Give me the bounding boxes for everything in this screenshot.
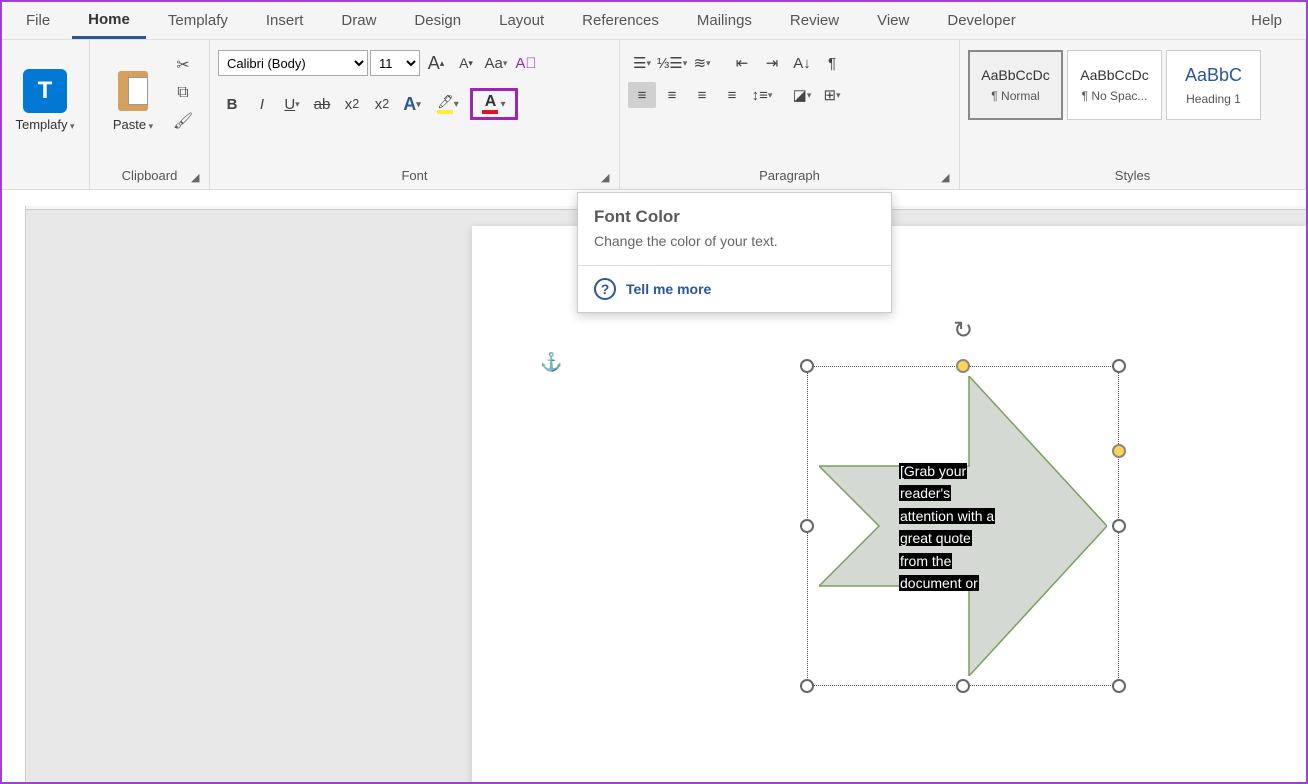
underline-button[interactable]: U bbox=[278, 91, 306, 117]
handle-tm[interactable] bbox=[956, 359, 970, 373]
tab-draw[interactable]: Draw bbox=[325, 4, 392, 37]
tab-layout[interactable]: Layout bbox=[483, 4, 560, 37]
increase-indent-button[interactable]: ⇥ bbox=[758, 50, 786, 76]
tab-developer[interactable]: Developer bbox=[931, 4, 1031, 37]
handle-adjust[interactable] bbox=[1112, 444, 1126, 458]
tab-file[interactable]: File bbox=[10, 4, 66, 37]
justify-button[interactable]: ≡ bbox=[718, 82, 746, 108]
font-color-button[interactable]: A ▾ bbox=[470, 88, 518, 120]
rotate-handle-icon[interactable]: ↻ bbox=[953, 316, 973, 345]
tab-mailings[interactable]: Mailings bbox=[681, 4, 768, 37]
tab-help[interactable]: Help bbox=[1235, 4, 1298, 37]
align-center-button[interactable]: ≡ bbox=[658, 82, 686, 108]
style-heading1[interactable]: AaBbCHeading 1 bbox=[1166, 50, 1261, 120]
tooltip-description: Change the color of your text. bbox=[578, 233, 891, 265]
show-marks-button[interactable]: ¶ bbox=[818, 50, 846, 76]
font-color-swatch bbox=[482, 110, 498, 114]
clipboard-dialog-launcher[interactable]: ◢ bbox=[191, 171, 205, 185]
font-size-select[interactable]: 11 bbox=[370, 50, 420, 76]
handle-ml[interactable] bbox=[800, 519, 814, 533]
styles-group-label: Styles bbox=[968, 168, 1297, 187]
font-group-label: Font bbox=[218, 168, 611, 187]
cut-icon[interactable]: ✂ bbox=[172, 54, 194, 76]
shape-selection[interactable]: ↻ [Grab your reader's attention with a g… bbox=[807, 366, 1119, 686]
highlight-button[interactable]: 🖊▾ bbox=[428, 91, 468, 117]
italic-button[interactable]: I bbox=[248, 91, 276, 117]
paragraph-group-label: Paragraph bbox=[628, 168, 951, 187]
ribbon: T Templafy Paste ✂ ⧉ 🖌 Clipboard ◢ Calib… bbox=[2, 40, 1306, 190]
paste-label: Paste bbox=[113, 117, 153, 132]
handle-mr[interactable] bbox=[1112, 519, 1126, 533]
style-no-spacing[interactable]: AaBbCcDc¶ No Spac... bbox=[1067, 50, 1162, 120]
clipboard-icon bbox=[114, 69, 152, 113]
numbering-button[interactable]: ⅓☰ bbox=[658, 50, 686, 76]
bullets-button[interactable]: ☰ bbox=[628, 50, 656, 76]
tab-templafy[interactable]: Templafy bbox=[152, 4, 244, 37]
text-effects-button[interactable]: A bbox=[398, 91, 426, 117]
decrease-font-icon[interactable]: A▾ bbox=[452, 50, 480, 76]
bold-button[interactable]: B bbox=[218, 91, 246, 117]
clipboard-group-label: Clipboard bbox=[98, 168, 201, 187]
align-left-button[interactable]: ≡ bbox=[628, 82, 656, 108]
handle-tl[interactable] bbox=[800, 359, 814, 373]
paste-button[interactable]: Paste bbox=[98, 50, 168, 150]
align-right-button[interactable]: ≡ bbox=[688, 82, 716, 108]
copy-icon[interactable]: ⧉ bbox=[172, 82, 194, 104]
tab-view[interactable]: View bbox=[861, 4, 925, 37]
font-color-dropdown-icon[interactable]: ▾ bbox=[500, 99, 505, 110]
group-font: Calibri (Body) 11 A▴ A▾ Aa A⃠ B I U ab x… bbox=[210, 40, 620, 189]
font-family-select[interactable]: Calibri (Body) bbox=[218, 50, 368, 76]
decrease-indent-button[interactable]: ⇤ bbox=[728, 50, 756, 76]
handle-bl[interactable] bbox=[800, 679, 814, 693]
templafy-icon: T bbox=[23, 69, 67, 113]
sort-button[interactable]: A↓ bbox=[788, 50, 816, 76]
line-spacing-button[interactable]: ↕≡ bbox=[748, 82, 776, 108]
tab-home[interactable]: Home bbox=[72, 3, 146, 39]
group-clipboard: Paste ✂ ⧉ 🖌 Clipboard ◢ bbox=[90, 40, 210, 189]
help-icon: ? bbox=[594, 278, 616, 300]
tell-me-more-link[interactable]: ? Tell me more bbox=[578, 266, 891, 312]
paragraph-dialog-launcher[interactable]: ◢ bbox=[941, 171, 955, 185]
tab-review[interactable]: Review bbox=[774, 4, 855, 37]
change-case-icon[interactable]: Aa bbox=[482, 50, 510, 76]
multilevel-list-button[interactable]: ≋ bbox=[688, 50, 716, 76]
shading-button[interactable]: ◪ bbox=[788, 82, 816, 108]
subscript-button[interactable]: x2 bbox=[338, 91, 366, 117]
anchor-icon: ⚓ bbox=[540, 352, 562, 373]
handle-bm[interactable] bbox=[956, 679, 970, 693]
tab-references[interactable]: References bbox=[566, 4, 675, 37]
handle-br[interactable] bbox=[1112, 679, 1126, 693]
superscript-button[interactable]: x2 bbox=[368, 91, 396, 117]
group-styles: AaBbCcDc¶ Normal AaBbCcDc¶ No Spac... Aa… bbox=[960, 40, 1306, 189]
tab-design[interactable]: Design bbox=[398, 4, 477, 37]
shape-text[interactable]: [Grab your reader's attention with a gre… bbox=[899, 460, 1029, 594]
increase-font-icon[interactable]: A▴ bbox=[422, 50, 450, 76]
tab-insert[interactable]: Insert bbox=[250, 4, 320, 37]
style-normal[interactable]: AaBbCcDc¶ Normal bbox=[968, 50, 1063, 120]
clear-formatting-icon[interactable]: A⃠ bbox=[512, 50, 540, 76]
vertical-ruler[interactable] bbox=[2, 206, 26, 782]
tooltip-title: Font Color bbox=[578, 193, 891, 233]
group-templafy: T Templafy bbox=[2, 40, 90, 189]
font-dialog-launcher[interactable]: ◢ bbox=[601, 171, 615, 185]
format-painter-icon[interactable]: 🖌 bbox=[172, 110, 194, 132]
handle-tr[interactable] bbox=[1112, 359, 1126, 373]
strikethrough-button[interactable]: ab bbox=[308, 91, 336, 117]
ribbon-tabs: File Home Templafy Insert Draw Design La… bbox=[2, 2, 1306, 40]
borders-button[interactable]: ⊞ bbox=[818, 82, 846, 108]
templafy-label: Templafy bbox=[15, 117, 74, 132]
group-paragraph: ☰ ⅓☰ ≋ ⇤ ⇥ A↓ ¶ ≡ ≡ ≡ ≡ ↕≡ ◪ ⊞ Paragraph… bbox=[620, 40, 960, 189]
templafy-button[interactable]: T Templafy bbox=[10, 50, 80, 150]
font-color-tooltip: Font Color Change the color of your text… bbox=[577, 192, 892, 313]
